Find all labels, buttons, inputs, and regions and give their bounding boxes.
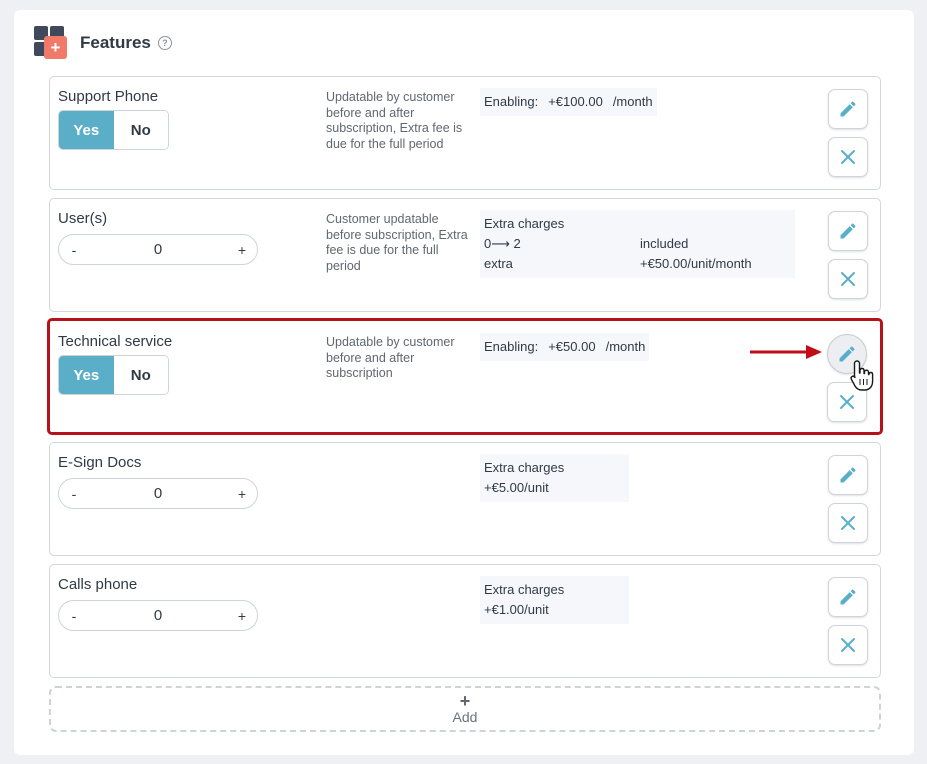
pencil-icon [840,589,856,605]
pricing-period: /month [612,94,653,109]
add-feature-button[interactable]: + Add [49,686,881,732]
feature-description: Updatable by customer before and after s… [326,90,463,151]
delete-button[interactable] [828,259,868,299]
pricing-title: Extra charges [484,216,565,231]
pricing-box: Extra charges +€1.00/unit [480,576,629,624]
quantity-input[interactable]: 0 [89,485,227,502]
close-x-icon [841,150,855,164]
toggle-yes[interactable]: Yes [59,356,114,394]
feature-name: Calls phone [58,576,138,593]
hand-cursor-icon [850,360,874,391]
increment-button[interactable]: + [227,608,257,624]
pricing-range: 0⟶ 2 [484,236,521,251]
quantity-input[interactable]: 0 [89,241,227,258]
feature-name: User(s) [58,210,108,227]
toggle-no[interactable]: No [113,111,168,149]
toggle-yes[interactable]: Yes [59,111,114,149]
edit-button[interactable] [828,211,868,251]
add-label: Add [452,709,478,725]
pricing-box: Enabling: +€50.00 /month [480,333,650,361]
feature-name: Technical service [58,333,173,350]
pointer-arrow-icon [750,345,822,359]
pricing-box: Enabling: +€100.00 /month [480,88,657,116]
features-header: + Features ? [34,26,172,60]
decrement-button[interactable]: - [59,486,89,502]
yes-no-toggle: Yes No [58,110,169,150]
feature-name: Support Phone [58,88,159,105]
pricing-title: Extra charges [484,582,565,597]
quantity-stepper: - 0 + [58,478,258,509]
increment-button[interactable]: + [227,486,257,502]
plus-icon: + [459,691,471,711]
toggle-no[interactable]: No [113,356,168,394]
feature-description: Updatable by customer before and after s… [326,335,455,380]
pricing-period: /month [605,339,646,354]
edit-button[interactable] [828,455,868,495]
pricing-value: +€50.00/unit/month [639,256,752,271]
pricing-box: Extra charges +€5.00/unit [480,454,629,502]
pricing-box: Extra charges 0⟶ 2 included extra +€50.0… [480,210,795,278]
pricing-title: Extra charges [484,460,565,475]
delete-button[interactable] [828,625,868,665]
close-x-icon [840,395,854,409]
feature-card-calls-phone: Calls phone - 0 + Extra charges +€1.00/u… [49,564,881,678]
close-x-icon [841,638,855,652]
close-x-icon [841,272,855,286]
page-title: Features [80,33,151,52]
feature-card-e-sign-docs: E-Sign Docs - 0 + Extra charges +€5.00/u… [49,442,881,556]
pricing-line: +€1.00/unit [484,602,549,617]
edit-button[interactable] [828,577,868,617]
pricing-amount: +€50.00 [548,339,596,354]
delete-button[interactable] [828,137,868,177]
edit-button[interactable] [828,89,868,129]
pricing-range: extra [484,256,513,271]
help-icon[interactable]: ? [157,36,172,50]
quantity-input[interactable]: 0 [89,607,227,624]
decrement-button[interactable]: - [59,608,89,624]
features-logo-icon: + [34,26,68,60]
feature-card-technical-service: Technical service Yes No Updatable by cu… [47,318,883,435]
increment-button[interactable]: + [227,242,257,258]
decrement-button[interactable]: - [59,242,89,258]
pencil-icon [840,467,856,483]
feature-name: E-Sign Docs [58,454,142,471]
pricing-label: Enabling: [484,94,539,109]
pricing-value: included [639,236,689,251]
feature-description: Customer updatable before subscription, … [326,212,468,273]
pencil-icon [840,101,856,117]
feature-card-support-phone: Support Phone Yes No Updatable by custom… [49,76,881,190]
delete-button[interactable] [828,503,868,543]
yes-no-toggle: Yes No [58,355,169,395]
close-x-icon [841,516,855,530]
pricing-label: Enabling: [484,339,539,354]
quantity-stepper: - 0 + [58,234,258,265]
quantity-stepper: - 0 + [58,600,258,631]
pricing-amount: +€100.00 [548,94,603,109]
feature-card-users: User(s) - 0 + Customer updatable before … [49,198,881,312]
pricing-line: +€5.00/unit [484,480,549,495]
pencil-icon [840,223,856,239]
